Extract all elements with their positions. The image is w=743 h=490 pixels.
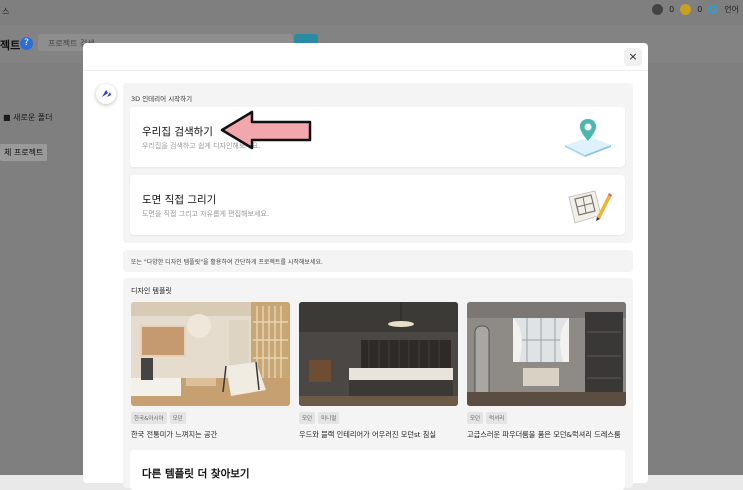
coin-count: 0 bbox=[669, 5, 675, 14]
card-title: 도면 직접 그리기 bbox=[142, 194, 217, 206]
globe-icon[interactable]: 🌐 bbox=[708, 5, 718, 14]
template-tags: 모던 미니멀 bbox=[299, 412, 458, 424]
tag: 럭셔리 bbox=[486, 412, 508, 424]
template-image-dressroom bbox=[467, 302, 626, 406]
template-hint: 또는 "다양한 디자인 템플릿"을 활용하여 간단하게 프로젝트를 시작해보세요… bbox=[123, 250, 633, 272]
template-image-modern-bedroom bbox=[299, 302, 458, 406]
tag: 모던 bbox=[299, 412, 316, 424]
modal-divider bbox=[83, 70, 648, 71]
template-tags: 모던 럭셔리 bbox=[467, 412, 626, 424]
start-label: 3D 인테리어 시작하기 bbox=[131, 95, 193, 103]
template-hint-text: 또는 "다양한 디자인 템플릿"을 활용하여 간단하게 프로젝트를 시작해보세요… bbox=[131, 259, 323, 266]
all-projects-item[interactable]: 체 프로젝트 bbox=[0, 144, 48, 161]
card-desc: 도면을 직접 그리고 자유롭게 편집해보세요. bbox=[142, 210, 270, 218]
draw-floorplan-card[interactable]: 도면 직접 그리기 도면을 직접 그리고 자유롭게 편집해보세요. bbox=[130, 175, 625, 235]
language-button[interactable]: 언어 bbox=[724, 4, 739, 15]
tag: 미니멀 bbox=[318, 412, 340, 424]
templates-panel: 디자인 템플릿 한국&아시아 모던 한국 전통미가 느껴지는 공간 모던 미니멀… bbox=[123, 278, 633, 490]
tab-label[interactable]: 스 bbox=[2, 6, 9, 17]
new-folder-button[interactable]: ■ 새로운 폴더 bbox=[3, 112, 52, 123]
template-name: 한국 전통미가 느껴지는 공간 bbox=[131, 430, 218, 439]
template-card[interactable]: 모던 미니멀 우드와 블랙 인테리어가 어우러진 모던st 침실 bbox=[299, 302, 458, 440]
top-right-controls: 0 0 🌐 언어 bbox=[652, 4, 739, 15]
template-tags: 한국&아시아 모던 bbox=[131, 412, 290, 424]
new-folder-label: 새로운 폴더 bbox=[13, 113, 53, 122]
search-home-card[interactable]: 우리집 검색하기 우리집을 검색하고 쉽게 디자인해보세요. bbox=[130, 107, 625, 167]
map-pin-icon bbox=[565, 119, 611, 157]
folder-plus-icon: ■ bbox=[3, 113, 14, 122]
more-templates-title: 다른 템플릿 더 찾아보기 bbox=[142, 468, 250, 480]
tag: 한국&아시아 bbox=[131, 412, 167, 424]
tag: 모던 bbox=[169, 412, 186, 424]
floorplan-pencil-icon bbox=[568, 190, 612, 224]
template-image-korean-room bbox=[131, 302, 290, 406]
logo-icon bbox=[96, 84, 116, 104]
top-bar: 스 0 0 🌐 언어 bbox=[0, 0, 743, 25]
template-card[interactable]: 모던 럭셔리 고급스러운 파우더룸을 품은 모던&럭셔리 드레스룸 bbox=[467, 302, 626, 440]
new-project-modal: × 3D 인테리어 시작하기 우리집 검색하기 우리집을 검색하고 쉽게 디자인… bbox=[83, 43, 648, 490]
close-button[interactable]: × bbox=[624, 48, 642, 66]
templates-label: 디자인 템플릿 bbox=[131, 287, 172, 295]
page-title: 젝트 bbox=[0, 39, 21, 52]
coin-icon bbox=[652, 4, 664, 15]
template-name: 고급스러운 파우더룸을 품은 모던&럭셔리 드레스룸 bbox=[467, 430, 621, 439]
start-panel: 3D 인테리어 시작하기 우리집 검색하기 우리집을 검색하고 쉽게 디자인해보… bbox=[123, 83, 633, 243]
template-card[interactable]: 한국&아시아 모던 한국 전통미가 느껴지는 공간 bbox=[131, 302, 290, 440]
gold-coin-count: 0 bbox=[697, 5, 703, 14]
help-icon[interactable]: ? bbox=[20, 37, 33, 50]
tag: 모던 bbox=[467, 412, 484, 424]
gold-coin-icon bbox=[680, 4, 692, 15]
pointer-arrow-icon bbox=[220, 110, 312, 150]
card-title: 우리집 검색하기 bbox=[142, 126, 213, 138]
more-templates-card[interactable]: 다른 템플릿 더 찾아보기 bbox=[130, 450, 625, 490]
template-name: 우드와 블랙 인테리어가 어우러진 모던st 침실 bbox=[299, 430, 437, 439]
